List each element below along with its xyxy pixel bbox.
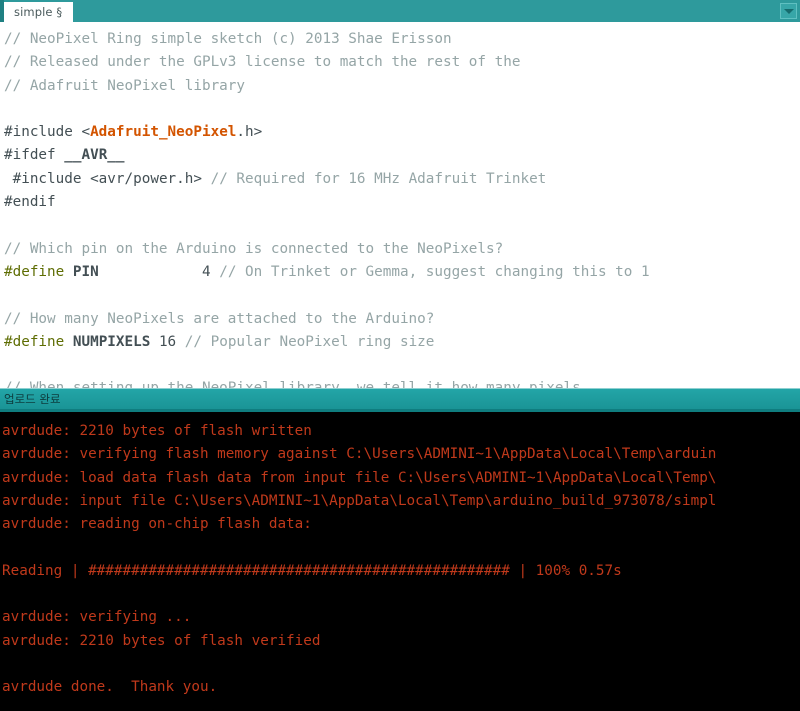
code-token: // Released under the GPLv3 license to m…	[4, 54, 521, 71]
code-token: .h>	[236, 124, 263, 141]
code-token: // Which pin on the Arduino is connected…	[4, 240, 504, 257]
console-line: Reading | ##############################…	[2, 562, 622, 579]
console-line: avrdude done. Thank you.	[2, 679, 218, 696]
code-token: // On Trinket or Gemma, suggest changing…	[219, 263, 650, 280]
code-token: // When setting up the NeoPixel library,…	[4, 380, 581, 388]
console-line: avrdude: 2210 bytes of flash verified	[2, 632, 321, 649]
console-status-label: 업로드 완료	[4, 392, 61, 406]
code-token: #define	[4, 263, 73, 280]
code-line: #ifdef __AVR__	[4, 144, 800, 167]
code-token: <	[81, 124, 91, 141]
console-line: avrdude: reading on-chip flash data:	[2, 516, 312, 533]
code-token: #define	[4, 333, 73, 350]
code-editor[interactable]: // NeoPixel Ring simple sketch (c) 2013 …	[0, 22, 800, 388]
console-line: avrdude: verifying ...	[2, 609, 192, 626]
code-token: #include	[4, 124, 82, 141]
code-line: // NeoPixel Ring simple sketch (c) 2013 …	[4, 28, 800, 51]
console-line: avrdude: input file C:\Users\ADMINI~1\Ap…	[2, 492, 717, 509]
code-token: // Popular NeoPixel ring size	[184, 333, 435, 350]
code-token: <avr/power.h>	[90, 170, 211, 187]
console-line: avrdude: 2210 bytes of flash written	[2, 423, 312, 439]
code-token: // Adafruit NeoPixel library	[4, 77, 246, 94]
code-token: // Required for 16 MHz Adafruit Trinket	[210, 170, 547, 187]
sketch-tab-label: simple §	[14, 5, 63, 19]
console-line: avrdude: load data flash data from input…	[2, 469, 717, 486]
code-line: #endif	[4, 191, 800, 214]
console-output[interactable]: avrdude: 2210 bytes of flash written avrd…	[0, 412, 800, 711]
tab-bar-filler	[73, 0, 780, 22]
code-line: // Adafruit NeoPixel library	[4, 75, 800, 98]
code-line: // How many NeoPixels are attached to th…	[4, 308, 800, 331]
code-token: // NeoPixel Ring simple sketch (c) 2013 …	[4, 31, 452, 47]
code-line: // Released under the GPLv3 license to m…	[4, 51, 800, 74]
sketch-tab-simple[interactable]: simple §	[4, 2, 74, 22]
arduino-ide-window: simple § // NeoPixel Ring simple sketch …	[0, 0, 800, 711]
code-token: 16	[150, 333, 185, 350]
code-token: #endif	[4, 194, 56, 211]
console-line: avrdude: verifying flash memory against …	[2, 446, 717, 463]
chevron-down-icon	[783, 8, 794, 14]
tab-menu-button[interactable]	[780, 3, 797, 19]
code-token: 4	[98, 263, 220, 280]
editor-tab-bar: simple §	[0, 0, 800, 22]
code-line: // Which pin on the Arduino is connected…	[4, 238, 800, 261]
code-token: __AVR__	[64, 147, 125, 164]
code-token: NUMPIXELS	[72, 333, 151, 350]
console-status-bar: 업로드 완료	[0, 388, 800, 409]
code-line: #define PIN 4 // On Trinket or Gemma, su…	[4, 261, 800, 284]
code-token: PIN	[72, 263, 99, 280]
code-token: Adafruit_NeoPixel	[90, 124, 237, 141]
code-token: #ifdef	[4, 147, 65, 164]
code-line: #include <Adafruit_NeoPixel.h>	[4, 121, 800, 144]
code-line: #include <avr/power.h> // Required for 1…	[4, 168, 800, 191]
code-token: // How many NeoPixels are attached to th…	[4, 310, 435, 327]
code-line: #define NUMPIXELS 16 // Popular NeoPixel…	[4, 331, 800, 354]
code-line: // When setting up the NeoPixel library,…	[4, 377, 800, 388]
code-token: #include	[4, 170, 91, 187]
